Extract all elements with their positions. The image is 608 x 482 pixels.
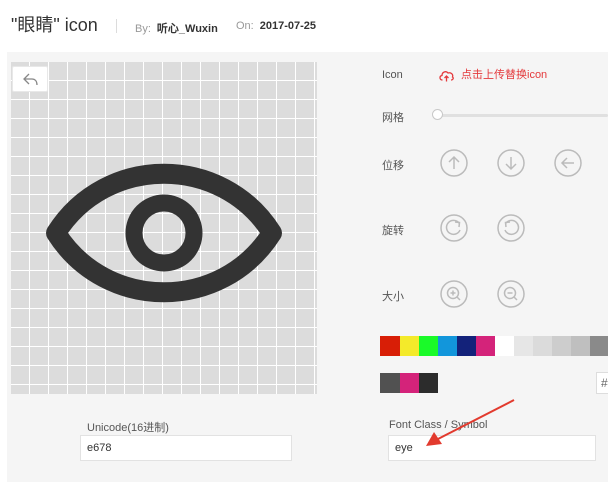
- zoom-in-icon: [440, 280, 468, 308]
- hex-prefix: #: [601, 376, 608, 390]
- on-label: On:: [236, 20, 254, 32]
- rotate-label: 旋转: [382, 225, 404, 237]
- arrow-down-icon: [497, 149, 525, 177]
- undo-button[interactable]: [12, 66, 48, 92]
- color-swatch[interactable]: [400, 373, 419, 393]
- color-swatch[interactable]: [457, 336, 476, 356]
- move-down-button[interactable]: [496, 148, 526, 178]
- author-name[interactable]: 听心_Wuxin: [157, 23, 218, 35]
- zoom-out-icon: [497, 280, 525, 308]
- color-swatch[interactable]: [438, 336, 457, 356]
- color-swatch[interactable]: [419, 336, 438, 356]
- hex-color-input[interactable]: #: [596, 372, 608, 394]
- color-swatch[interactable]: [590, 336, 608, 356]
- annotation-arrow: [426, 399, 515, 446]
- rotate-clockwise-icon: [440, 214, 468, 242]
- upload-replace-link[interactable]: 点击上传替换icon: [438, 66, 547, 82]
- icon-detail-page: "眼睛" icon By: 听心_Wuxin On: 2017-07-25 Icon…: [0, 0, 608, 482]
- rotate-clockwise-button[interactable]: [439, 213, 469, 243]
- eye-icon: [46, 163, 282, 303]
- color-swatch[interactable]: [533, 336, 552, 356]
- color-swatch[interactable]: [514, 336, 533, 356]
- upload-label: 点击上传替换icon: [461, 69, 548, 81]
- zoom-in-button[interactable]: [439, 279, 469, 309]
- color-swatch[interactable]: [552, 336, 571, 356]
- date-meta: On: 2017-07-25: [236, 20, 316, 32]
- icon-title: "眼睛" icon: [11, 15, 98, 35]
- move-up-button[interactable]: [439, 148, 469, 178]
- color-swatch[interactable]: [419, 373, 438, 393]
- size-label: 大小: [382, 291, 404, 303]
- grid-slider-track[interactable]: [436, 114, 608, 117]
- move-left-button[interactable]: [553, 148, 583, 178]
- arrow-left-icon: [554, 149, 582, 177]
- rotate-counterclockwise-button[interactable]: [496, 213, 526, 243]
- color-swatch[interactable]: [380, 336, 400, 356]
- icon-label: Icon: [382, 69, 403, 81]
- color-swatch[interactable]: [380, 373, 400, 393]
- author-meta: By: 听心_Wuxin: [135, 20, 218, 36]
- header-divider: [116, 19, 117, 33]
- color-swatch[interactable]: [400, 336, 419, 356]
- rotate-counterclockwise-icon: [497, 214, 525, 242]
- grid-label: 网格: [382, 112, 404, 124]
- move-label: 位移: [382, 160, 404, 172]
- date-value: 2017-07-25: [259, 20, 317, 32]
- unicode-label: Unicode(16进制): [87, 422, 169, 434]
- cloud-upload-icon: [439, 70, 454, 82]
- unicode-field[interactable]: [80, 435, 292, 461]
- color-swatch[interactable]: [476, 336, 495, 356]
- arrow-up-icon: [440, 149, 468, 177]
- by-label: By:: [135, 23, 151, 35]
- color-swatch[interactable]: [571, 336, 590, 356]
- grid-slider-handle[interactable]: [432, 109, 443, 120]
- zoom-out-button[interactable]: [496, 279, 526, 309]
- undo-icon: [23, 73, 38, 86]
- color-swatch[interactable]: [495, 336, 514, 356]
